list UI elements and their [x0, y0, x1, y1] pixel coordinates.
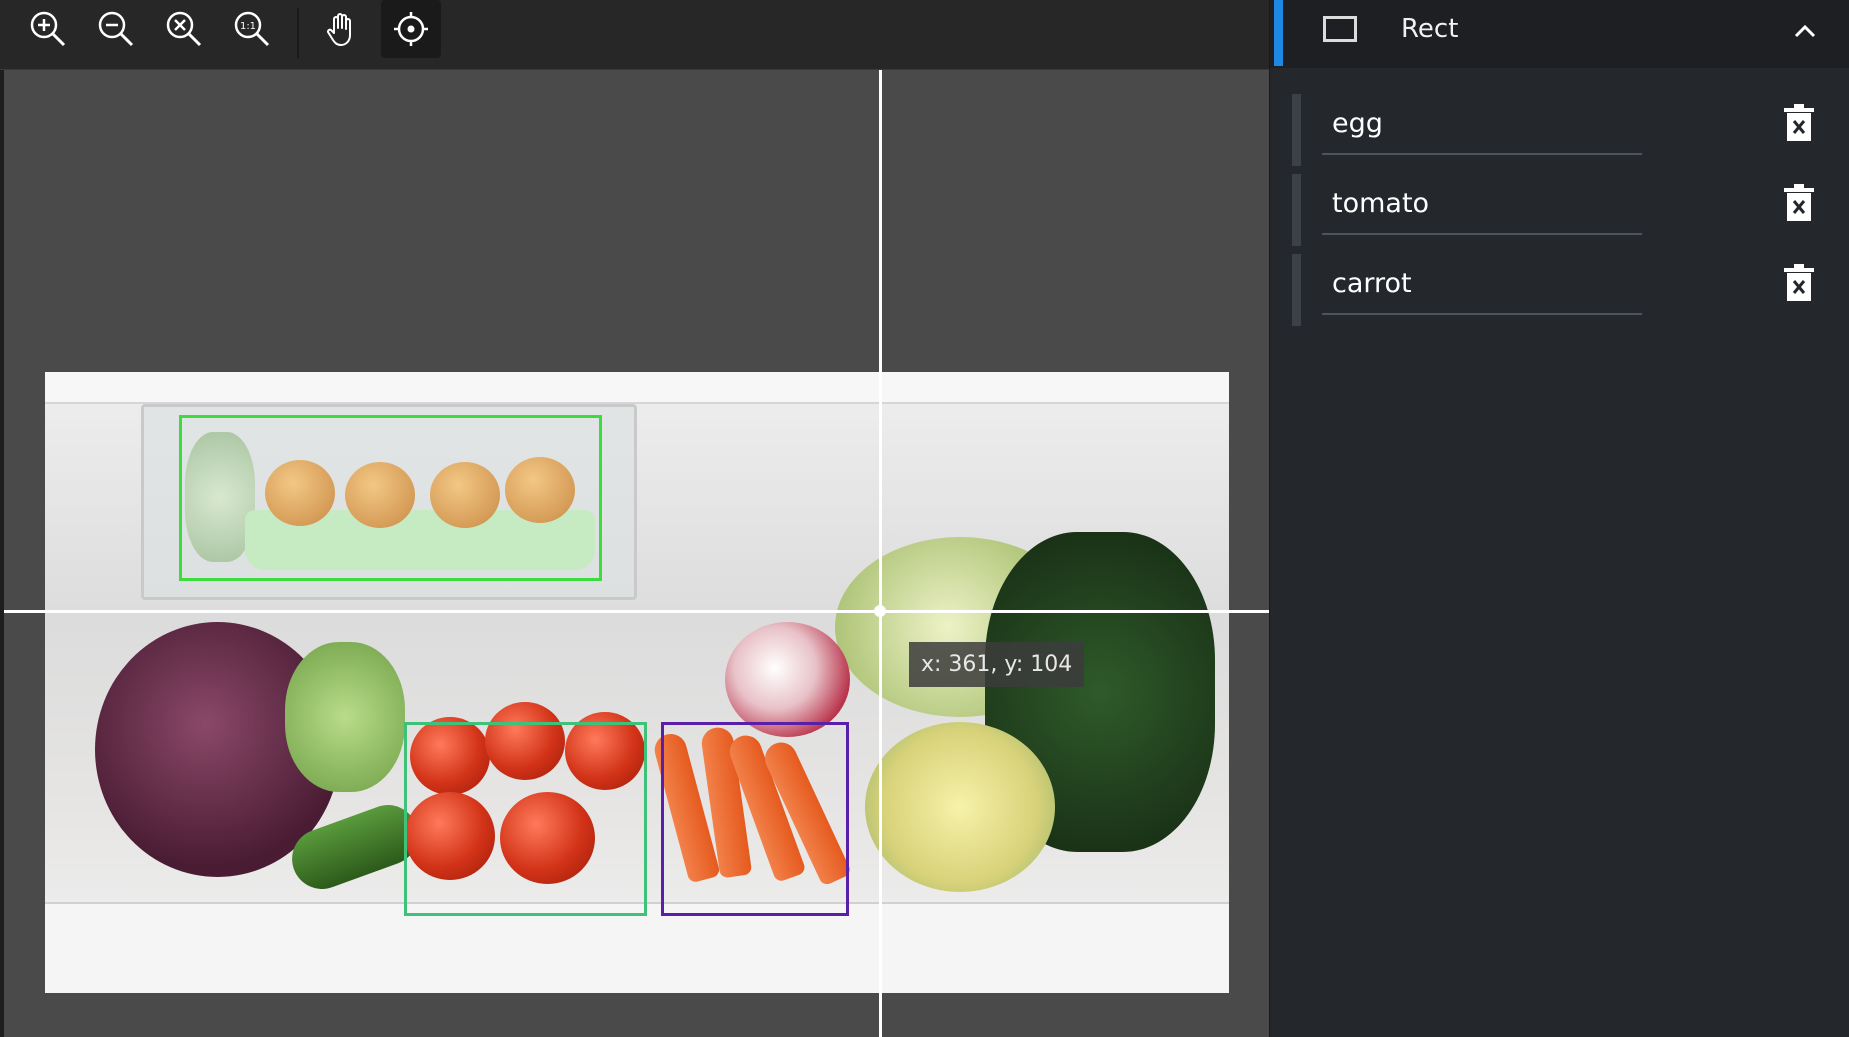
toolbar: 1:1: [0, 0, 1269, 70]
crosshair-horizontal-line: [4, 610, 1269, 613]
pan-hand-icon: [327, 13, 351, 46]
rectangle-icon: [1323, 16, 1357, 42]
pan-button[interactable]: [312, 0, 372, 58]
label-name-field[interactable]: egg: [1322, 98, 1642, 155]
zoom-in-icon: [30, 11, 66, 47]
delete-icon[interactable]: [1782, 264, 1816, 304]
annotation-canvas[interactable]: x: 361, y: 104: [4, 70, 1269, 1037]
crosshair-center: [874, 605, 886, 617]
toolbar-divider: [297, 8, 299, 58]
zoom-actual-size-button[interactable]: 1:1: [222, 0, 282, 58]
label-name-field[interactable]: tomato: [1322, 178, 1642, 235]
zoom-in-button[interactable]: [18, 0, 78, 58]
label-item: egg: [1292, 94, 1832, 166]
zoom-out-button[interactable]: [86, 0, 146, 58]
zoom-fit-button[interactable]: [154, 0, 214, 58]
panel-accent-bar: [1274, 0, 1283, 66]
label-name: carrot: [1332, 268, 1412, 299]
panel-title: Rect: [1401, 14, 1459, 44]
bbox-tomato[interactable]: [404, 722, 647, 916]
crosshair-vertical-line: [879, 70, 882, 1037]
label-item: tomato: [1292, 174, 1832, 246]
label-item: carrot: [1292, 254, 1832, 326]
zoom-fit-icon: [166, 11, 202, 47]
label-name: tomato: [1332, 188, 1430, 219]
zoom-actual-size-label: 1:1: [240, 21, 256, 32]
bbox-egg[interactable]: [179, 415, 602, 581]
coordinate-readout: x: 361, y: 104: [909, 642, 1085, 687]
crosshair-target-icon: [394, 12, 428, 46]
labels-panel: Rect egg tomato carrot: [1269, 0, 1849, 1037]
chevron-up-icon[interactable]: [1790, 16, 1820, 46]
crosshair-tool-button[interactable]: [381, 0, 441, 58]
zoom-actual-size-icon: 1:1: [234, 11, 270, 47]
label-name: egg: [1332, 108, 1383, 139]
label-name-field[interactable]: carrot: [1322, 258, 1642, 315]
zoom-out-icon: [98, 11, 134, 47]
delete-icon[interactable]: [1782, 184, 1816, 224]
delete-icon[interactable]: [1782, 104, 1816, 144]
panel-header[interactable]: Rect: [1270, 0, 1849, 68]
bbox-carrot[interactable]: [661, 722, 849, 916]
